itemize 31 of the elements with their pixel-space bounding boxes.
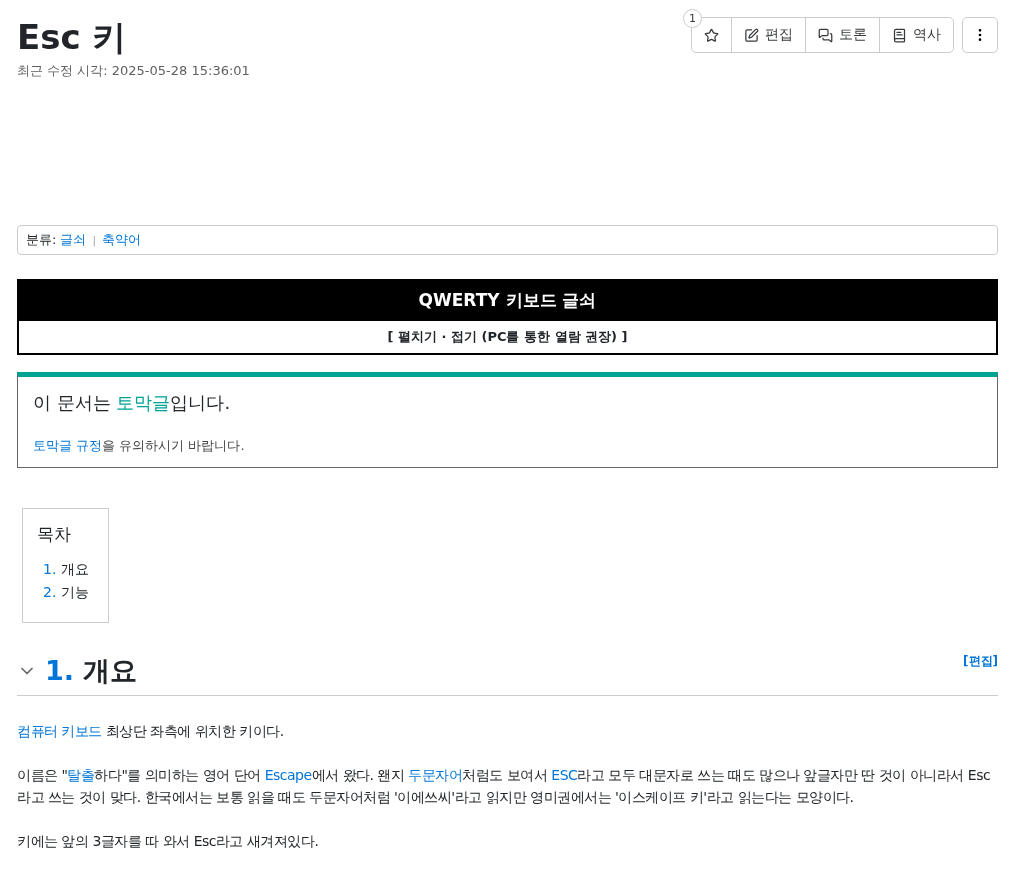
star-icon (704, 27, 719, 43)
navbox-toggle[interactable]: [ 펼치기 · 접기 (PC를 통한 열람 권장) ] (19, 321, 996, 353)
pencil-icon (744, 27, 759, 43)
notice-title: 이 문서는 토막글입니다. (33, 391, 232, 415)
text-link[interactable]: Escape (264, 767, 312, 783)
rules-link[interactable]: 토막글 규정 (33, 438, 103, 453)
separator: | (92, 233, 97, 247)
notice-text: 토막글 규정 을 유의하시기 바랍니다. (33, 437, 246, 455)
category-link[interactable]: 글쇠 (60, 231, 87, 249)
category-label: 분류: (26, 231, 57, 249)
chat-icon (818, 27, 833, 43)
text-link[interactable]: 탈출 (67, 767, 95, 783)
navbox-title: QWERTY 키보드 글쇠 (19, 281, 996, 321)
toc-title: 목차 (37, 523, 72, 546)
text-link[interactable]: 두문자어 (408, 767, 463, 783)
paragraph: 키에는 앞의 3글자를 따 와서 Esc라고 새겨져있다. (17, 832, 320, 851)
text-link[interactable]: 컴퓨터 키보드 (17, 723, 102, 739)
toc-item[interactable]: 2. 기능 (37, 581, 89, 604)
stub-link[interactable]: 토막글 (116, 392, 171, 413)
star-count: 1 (683, 9, 702, 28)
text-link[interactable]: ESC (551, 767, 578, 783)
book-icon (892, 27, 907, 43)
paragraph: 컴퓨터 키보드 최상단 좌측에 위치한 키이다. (17, 722, 285, 741)
last-modified: 최근 수정 시각: 2025-05-28 15:36:01 (17, 62, 250, 80)
edit-link[interactable]: [편집] (963, 653, 998, 670)
section-heading: 1. 개요 (45, 654, 139, 688)
history-button[interactable]: 역사 (879, 18, 953, 52)
toc-item[interactable]: 1. 개요 (37, 558, 89, 581)
page-title: Esc 키 (17, 16, 128, 59)
paragraph: 이름은 "탈출하다"를 의미하는 영어 단어 Escape에서 왔다. 왠지 두문자어처럼도 보여서 ESC라고 모두 대문자로 쓰는 때도 많으나 앞글자만 딴 것이 아니라서 Esc라고 쓰는 것이 맞다. 한국에서는 보통 읽을 때도 두문자어처럼 '이에쓰씨'라고 읽지만 영미권에서는 '이스케이프 키'라고 읽는다는 모양이다. (17, 766, 992, 807)
category-link[interactable]: 축약어 (102, 231, 142, 249)
